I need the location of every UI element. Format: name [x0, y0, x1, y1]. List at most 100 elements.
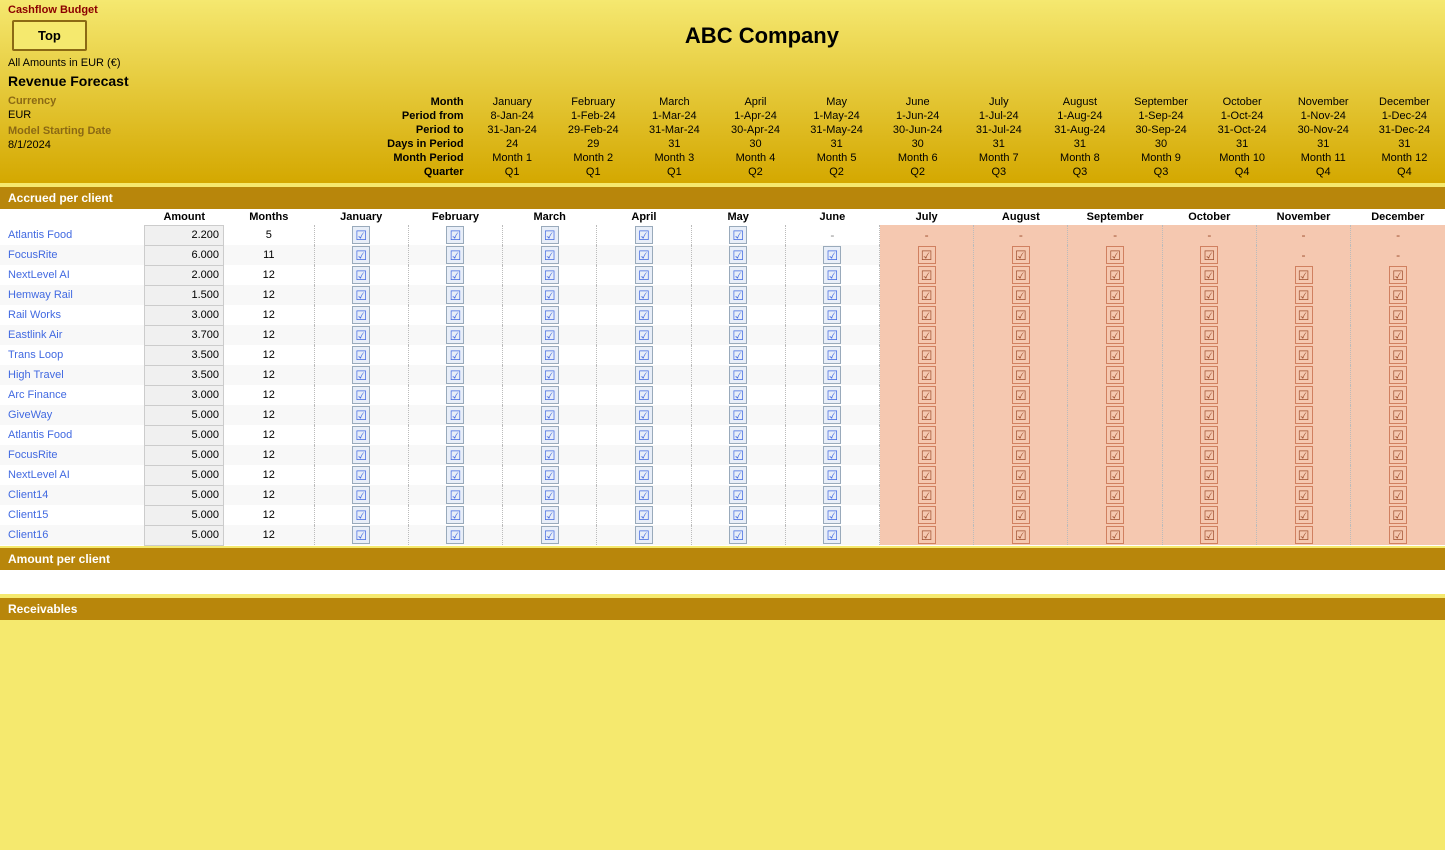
check-cell-14-6[interactable]: ☑ [880, 505, 974, 525]
check-cell-12-6[interactable]: ☑ [880, 465, 974, 485]
check-cell-15-7[interactable]: ☑ [974, 525, 1068, 545]
check-cell-10-10[interactable]: ☑ [1256, 425, 1350, 445]
check-cell-13-1[interactable]: ☑ [408, 485, 502, 505]
check-cell-8-9[interactable]: ☑ [1162, 385, 1256, 405]
check-cell-10-6[interactable]: ☑ [880, 425, 974, 445]
check-cell-9-10[interactable]: ☑ [1256, 405, 1350, 425]
check-cell-5-3[interactable]: ☑ [597, 325, 691, 345]
check-cell-5-5[interactable]: ☑ [785, 325, 879, 345]
check-cell-4-0[interactable]: ☑ [314, 305, 408, 325]
top-button[interactable]: Top [12, 20, 87, 51]
check-cell-13-0[interactable]: ☑ [314, 485, 408, 505]
check-cell-10-0[interactable]: ☑ [314, 425, 408, 445]
check-cell-0-5[interactable]: - [785, 225, 879, 245]
check-cell-13-6[interactable]: ☑ [880, 485, 974, 505]
check-cell-8-8[interactable]: ☑ [1068, 385, 1162, 405]
check-cell-9-9[interactable]: ☑ [1162, 405, 1256, 425]
check-cell-12-7[interactable]: ☑ [974, 465, 1068, 485]
check-cell-13-8[interactable]: ☑ [1068, 485, 1162, 505]
check-cell-10-1[interactable]: ☑ [408, 425, 502, 445]
check-cell-4-10[interactable]: ☑ [1256, 305, 1350, 325]
check-cell-14-8[interactable]: ☑ [1068, 505, 1162, 525]
check-cell-1-11[interactable]: - [1351, 245, 1445, 265]
check-cell-7-6[interactable]: ☑ [880, 365, 974, 385]
check-cell-6-1[interactable]: ☑ [408, 345, 502, 365]
check-cell-2-3[interactable]: ☑ [597, 265, 691, 285]
check-cell-4-1[interactable]: ☑ [408, 305, 502, 325]
check-cell-0-0[interactable]: ☑ [314, 225, 408, 245]
check-cell-14-5[interactable]: ☑ [785, 505, 879, 525]
check-cell-9-8[interactable]: ☑ [1068, 405, 1162, 425]
check-cell-7-0[interactable]: ☑ [314, 365, 408, 385]
check-cell-5-0[interactable]: ☑ [314, 325, 408, 345]
check-cell-6-8[interactable]: ☑ [1068, 345, 1162, 365]
check-cell-9-6[interactable]: ☑ [880, 405, 974, 425]
check-cell-15-6[interactable]: ☑ [880, 525, 974, 545]
check-cell-7-5[interactable]: ☑ [785, 365, 879, 385]
check-cell-9-7[interactable]: ☑ [974, 405, 1068, 425]
check-cell-1-6[interactable]: ☑ [880, 245, 974, 265]
check-cell-5-7[interactable]: ☑ [974, 325, 1068, 345]
check-cell-12-9[interactable]: ☑ [1162, 465, 1256, 485]
check-cell-13-11[interactable]: ☑ [1351, 485, 1445, 505]
check-cell-2-6[interactable]: ☑ [880, 265, 974, 285]
check-cell-9-5[interactable]: ☑ [785, 405, 879, 425]
check-cell-10-3[interactable]: ☑ [597, 425, 691, 445]
check-cell-11-6[interactable]: ☑ [880, 445, 974, 465]
check-cell-11-3[interactable]: ☑ [597, 445, 691, 465]
check-cell-12-2[interactable]: ☑ [503, 465, 597, 485]
check-cell-7-11[interactable]: ☑ [1351, 365, 1445, 385]
check-cell-11-0[interactable]: ☑ [314, 445, 408, 465]
check-cell-4-2[interactable]: ☑ [503, 305, 597, 325]
check-cell-14-4[interactable]: ☑ [691, 505, 785, 525]
check-cell-0-1[interactable]: ☑ [408, 225, 502, 245]
check-cell-5-8[interactable]: ☑ [1068, 325, 1162, 345]
check-cell-8-10[interactable]: ☑ [1256, 385, 1350, 405]
check-cell-9-11[interactable]: ☑ [1351, 405, 1445, 425]
check-cell-2-8[interactable]: ☑ [1068, 265, 1162, 285]
check-cell-2-11[interactable]: ☑ [1351, 265, 1445, 285]
check-cell-1-0[interactable]: ☑ [314, 245, 408, 265]
check-cell-2-9[interactable]: ☑ [1162, 265, 1256, 285]
check-cell-1-1[interactable]: ☑ [408, 245, 502, 265]
check-cell-10-11[interactable]: ☑ [1351, 425, 1445, 445]
check-cell-7-8[interactable]: ☑ [1068, 365, 1162, 385]
check-cell-7-1[interactable]: ☑ [408, 365, 502, 385]
check-cell-14-3[interactable]: ☑ [597, 505, 691, 525]
check-cell-4-8[interactable]: ☑ [1068, 305, 1162, 325]
check-cell-8-1[interactable]: ☑ [408, 385, 502, 405]
check-cell-3-1[interactable]: ☑ [408, 285, 502, 305]
check-cell-14-9[interactable]: ☑ [1162, 505, 1256, 525]
check-cell-8-2[interactable]: ☑ [503, 385, 597, 405]
check-cell-11-8[interactable]: ☑ [1068, 445, 1162, 465]
check-cell-3-0[interactable]: ☑ [314, 285, 408, 305]
check-cell-11-9[interactable]: ☑ [1162, 445, 1256, 465]
check-cell-3-2[interactable]: ☑ [503, 285, 597, 305]
check-cell-7-10[interactable]: ☑ [1256, 365, 1350, 385]
check-cell-9-4[interactable]: ☑ [691, 405, 785, 425]
check-cell-3-5[interactable]: ☑ [785, 285, 879, 305]
check-cell-2-5[interactable]: ☑ [785, 265, 879, 285]
check-cell-6-11[interactable]: ☑ [1351, 345, 1445, 365]
check-cell-5-4[interactable]: ☑ [691, 325, 785, 345]
check-cell-0-6[interactable]: - [880, 225, 974, 245]
check-cell-9-2[interactable]: ☑ [503, 405, 597, 425]
check-cell-2-0[interactable]: ☑ [314, 265, 408, 285]
check-cell-12-1[interactable]: ☑ [408, 465, 502, 485]
check-cell-6-7[interactable]: ☑ [974, 345, 1068, 365]
check-cell-0-10[interactable]: - [1256, 225, 1350, 245]
check-cell-2-7[interactable]: ☑ [974, 265, 1068, 285]
check-cell-7-7[interactable]: ☑ [974, 365, 1068, 385]
check-cell-6-0[interactable]: ☑ [314, 345, 408, 365]
check-cell-2-4[interactable]: ☑ [691, 265, 785, 285]
check-cell-11-5[interactable]: ☑ [785, 445, 879, 465]
check-cell-0-3[interactable]: ☑ [597, 225, 691, 245]
check-cell-12-10[interactable]: ☑ [1256, 465, 1350, 485]
check-cell-8-11[interactable]: ☑ [1351, 385, 1445, 405]
check-cell-12-3[interactable]: ☑ [597, 465, 691, 485]
check-cell-15-4[interactable]: ☑ [691, 525, 785, 545]
check-cell-5-11[interactable]: ☑ [1351, 325, 1445, 345]
check-cell-15-2[interactable]: ☑ [503, 525, 597, 545]
check-cell-3-8[interactable]: ☑ [1068, 285, 1162, 305]
check-cell-10-9[interactable]: ☑ [1162, 425, 1256, 445]
